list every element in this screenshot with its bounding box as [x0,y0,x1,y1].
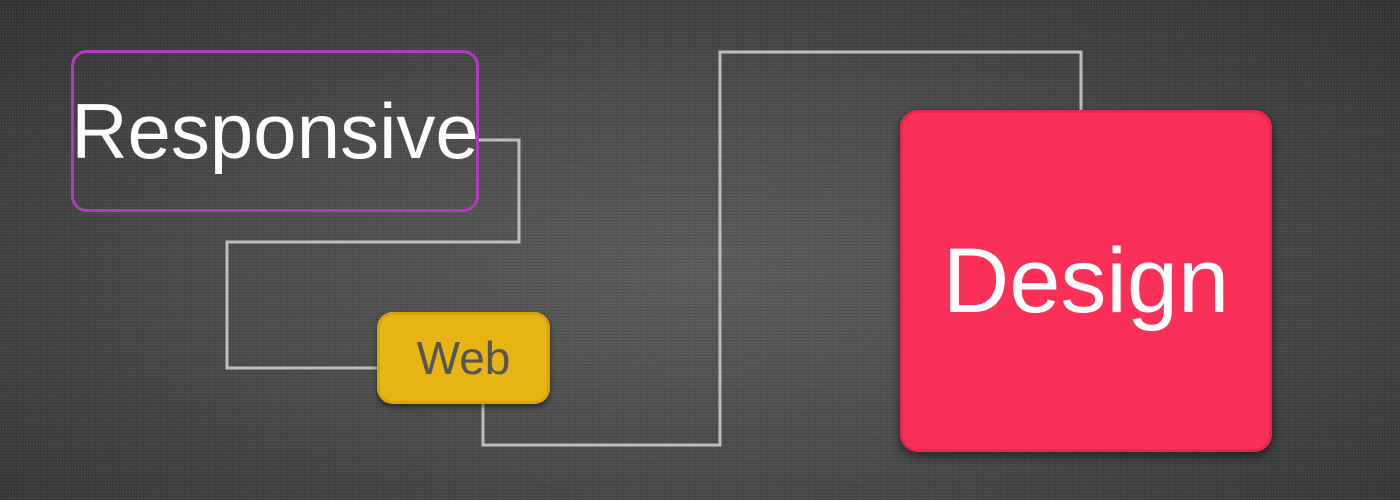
web-box: Web [377,312,550,404]
responsive-label: Responsive [71,86,479,175]
web-label: Web [416,332,511,384]
design-box: Design [900,110,1272,452]
responsive-box: Responsive [71,50,479,212]
design-label: Design [942,229,1230,332]
